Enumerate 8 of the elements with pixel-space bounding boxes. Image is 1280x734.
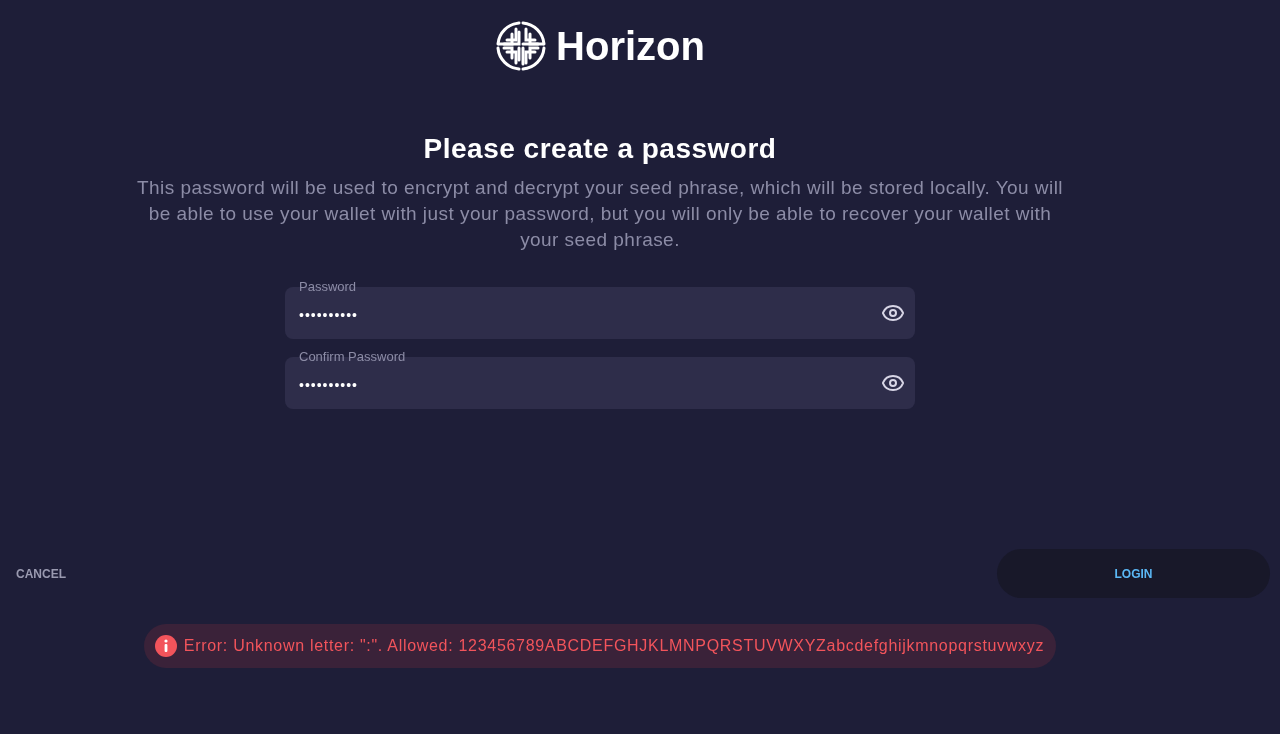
logo-icon [495,20,548,72]
info-icon [154,635,177,657]
error-message: Error: Unknown letter: ":". Allowed: 123456789ABCDEFGHJKLMNPQRSTUVWXYZabcdefghijkmnopqrstuvwxyz [183,636,1045,656]
logo-text: Horizon [556,26,705,66]
page-heading: Please create a password [423,133,777,165]
description-text: This password will be used to encrypt and decrypt your seed phrase, which will be stored locally. You will be able to use your wallet with just your password, but you will only be able to recover your wallet with your seed phrase. [136,176,1064,252]
cancel-button[interactable]: CANCEL [16,565,66,582]
login-button[interactable]: LOGIN [997,549,1270,598]
